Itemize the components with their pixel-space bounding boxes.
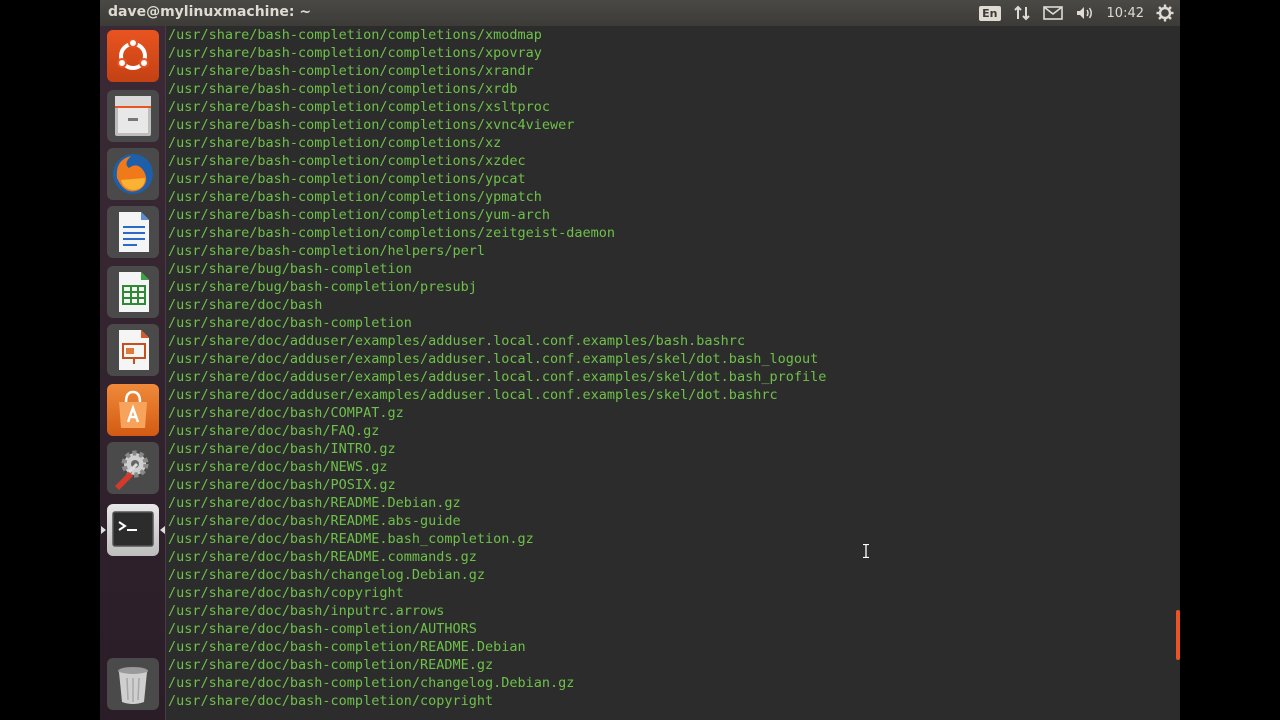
running-indicator	[101, 526, 106, 534]
writer-document-icon	[119, 212, 149, 252]
terminal-line: /usr/share/doc/bash/inputrc.arrows	[168, 603, 445, 619]
terminal-line: /usr/share/doc/bash/NEWS.gz	[168, 459, 388, 475]
text-cursor-icon	[863, 544, 869, 558]
terminal-line: /usr/share/bash-completion/completions/z…	[168, 225, 616, 241]
scrollbar-thumb[interactable]	[1176, 610, 1180, 660]
launcher-item-libreoffice-writer[interactable]	[107, 206, 159, 258]
launcher-item-software-center[interactable]	[107, 384, 159, 436]
ubuntu-logo-icon	[117, 38, 149, 70]
clock-indicator[interactable]: 10:42	[1101, 0, 1150, 26]
impress-presentation-icon	[119, 330, 149, 370]
terminal-line: /usr/share/bash-completion/completions/x…	[168, 45, 542, 61]
focused-indicator	[160, 526, 165, 534]
envelope-icon	[1042, 6, 1063, 20]
terminal-line: /usr/share/bash-completion/completions/y…	[168, 189, 542, 205]
terminal-line: /usr/share/bash-completion/helpers/perl	[168, 243, 485, 259]
terminal-line: /usr/share/bug/bash-completion	[168, 261, 412, 277]
network-indicator[interactable]	[1007, 0, 1037, 26]
terminal-line: /usr/share/bash-completion/completions/y…	[168, 171, 526, 187]
launcher	[100, 26, 166, 720]
network-arrows-icon	[1013, 5, 1030, 21]
desktop: dave@mylinuxmachine: ~ En 10:42 /usr/sha…	[100, 0, 1180, 720]
shopping-bag-icon	[119, 390, 147, 428]
messaging-indicator[interactable]	[1037, 0, 1069, 26]
terminal-line: /usr/share/doc/adduser/examples/adduser.…	[168, 387, 778, 403]
settings-gear-icon	[115, 450, 149, 490]
session-indicator[interactable]	[1150, 0, 1180, 26]
top-panel: dave@mylinuxmachine: ~ En 10:42	[100, 0, 1180, 26]
terminal-line: /usr/share/bash-completion/completions/x…	[168, 99, 551, 115]
terminal-line: /usr/share/doc/adduser/examples/adduser.…	[168, 369, 827, 385]
file-cabinet-icon	[115, 96, 151, 136]
launcher-item-libreoffice-calc[interactable]	[107, 266, 159, 318]
launcher-item-files[interactable]	[107, 90, 159, 142]
terminal-line: /usr/share/doc/bash-completion/README.De…	[168, 639, 526, 655]
terminal-line: /usr/share/doc/bash-completion/changelog…	[168, 675, 575, 691]
terminal-line: /usr/share/bash-completion/completions/x…	[168, 153, 526, 169]
terminal-line: /usr/share/doc/bash/README.commands.gz	[168, 549, 477, 565]
launcher-item-system-settings[interactable]	[107, 442, 159, 494]
sound-indicator[interactable]	[1069, 0, 1101, 26]
terminal-line: /usr/share/bash-completion/completions/x…	[168, 135, 502, 151]
terminal-icon	[112, 511, 154, 547]
terminal-line: /usr/share/bash-completion/completions/x…	[168, 81, 518, 97]
keyboard-layout-label: En	[979, 5, 1001, 21]
terminal-line: /usr/share/doc/bash/copyright	[168, 585, 404, 601]
speaker-volume-icon	[1076, 7, 1092, 19]
terminal-line: /usr/share/doc/bash/README.bash_completi…	[168, 531, 534, 547]
terminal-line: /usr/share/doc/bash-completion/AUTHORS	[168, 621, 477, 637]
clock-time: 10:42	[1106, 5, 1144, 21]
terminal-line: /usr/share/doc/bash/README.abs-guide	[168, 513, 461, 529]
launcher-item-dash-home[interactable]	[107, 30, 159, 82]
terminal-line: /usr/share/doc/bash/FAQ.gz	[168, 423, 380, 439]
terminal-line: /usr/share/bash-completion/completions/x…	[168, 117, 575, 133]
launcher-item-firefox[interactable]	[107, 148, 159, 200]
launcher-item-trash[interactable]	[107, 658, 159, 710]
window-title: dave@mylinuxmachine: ~	[108, 4, 312, 20]
terminal-line: /usr/share/doc/bash-completion/copyright	[168, 693, 494, 709]
terminal-line: /usr/share/bash-completion/completions/x…	[168, 27, 542, 43]
terminal-line: /usr/share/doc/bash/POSIX.gz	[168, 477, 396, 493]
keyboard-layout-indicator[interactable]: En	[973, 0, 1006, 26]
terminal-line: /usr/share/doc/adduser/examples/adduser.…	[168, 351, 819, 367]
terminal-line: /usr/share/doc/adduser/examples/adduser.…	[168, 333, 746, 349]
calc-spreadsheet-icon	[119, 272, 149, 312]
terminal-line: /usr/share/bash-completion/completions/x…	[168, 63, 534, 79]
terminal-line: /usr/share/doc/bash/changelog.Debian.gz	[168, 567, 485, 583]
terminal-line: /usr/share/doc/bash/INTRO.gz	[168, 441, 396, 457]
terminal-window[interactable]: /usr/share/bash-completion/completions/x…	[166, 26, 1180, 720]
indicator-area: En 10:42	[973, 0, 1180, 26]
terminal-line: /usr/share/doc/bash-completion	[168, 315, 412, 331]
terminal-line: /usr/share/bug/bash-completion/presubj	[168, 279, 477, 295]
launcher-item-terminal[interactable]	[101, 504, 165, 556]
terminal-line: /usr/share/bash-completion/completions/y…	[168, 207, 551, 223]
terminal-line: /usr/share/doc/bash	[168, 297, 323, 313]
trash-icon	[118, 667, 148, 704]
terminal-output[interactable]: /usr/share/bash-completion/completions/x…	[168, 26, 826, 710]
power-gear-icon	[1156, 4, 1174, 22]
firefox-icon	[113, 154, 153, 194]
terminal-line: /usr/share/doc/bash/README.Debian.gz	[168, 495, 461, 511]
launcher-item-libreoffice-impress[interactable]	[107, 324, 159, 376]
terminal-line: /usr/share/doc/bash-completion/README.gz	[168, 657, 494, 673]
terminal-line: /usr/share/doc/bash/COMPAT.gz	[168, 405, 404, 421]
